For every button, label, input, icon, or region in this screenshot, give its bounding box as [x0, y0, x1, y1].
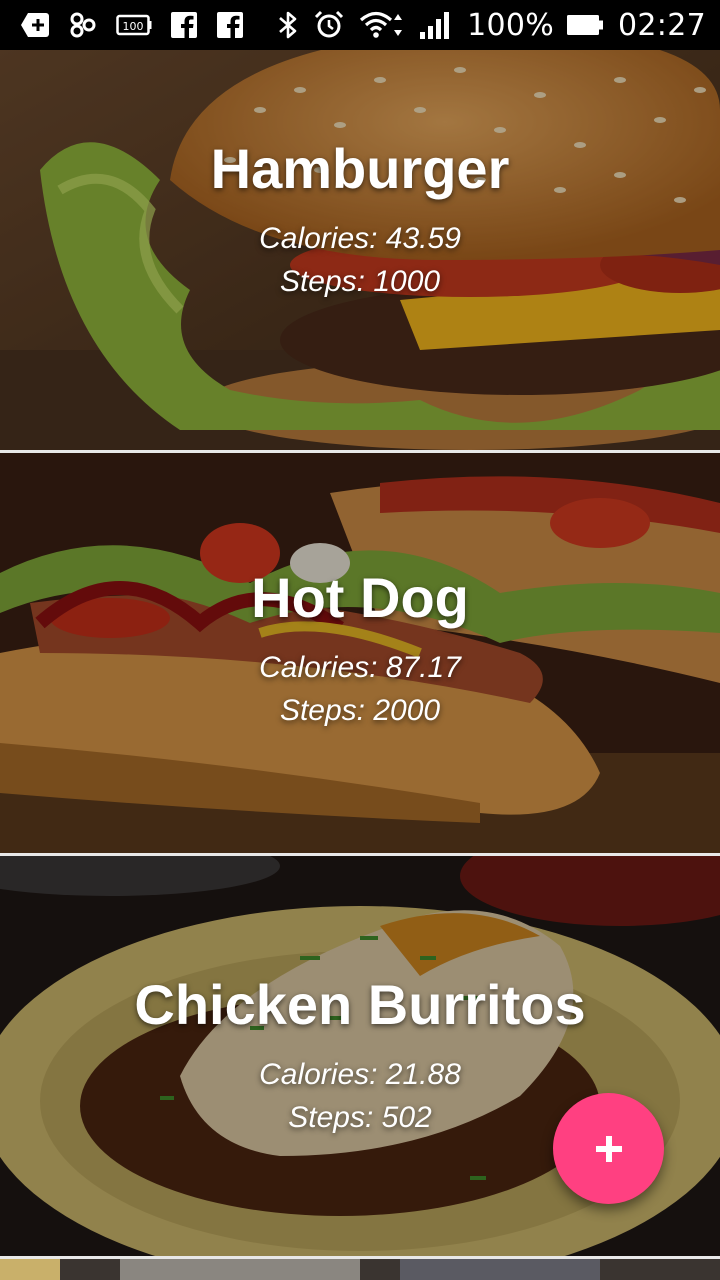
status-bar: 100 100% 02:27: [0, 0, 720, 50]
food-calories: Calories: 87.17: [259, 651, 461, 684]
food-name: Hot Dog: [251, 566, 469, 629]
battery-icon: [566, 9, 604, 41]
status-bar-system: 100% 02:27: [277, 8, 706, 43]
wifi-icon: [359, 9, 405, 41]
food-calories: Calories: 43.59: [259, 222, 461, 255]
bluetooth-icon: [277, 9, 299, 41]
facebook-icon: [216, 9, 244, 41]
food-steps: Steps: 1000: [279, 265, 441, 298]
battery-100-icon: 100: [116, 9, 152, 41]
food-steps: Steps: 2000: [279, 694, 441, 727]
food-card-text: Hamburger Calories: 43.59 Steps: 1000: [0, 50, 720, 450]
svg-text:100: 100: [123, 20, 144, 33]
status-bar-clock: 02:27: [618, 7, 706, 43]
alarm-icon: [313, 9, 345, 41]
food-card-hot-dog[interactable]: Hot Dog Calories: 87.17 Steps: 2000: [0, 453, 720, 856]
status-bar-notifications: 100: [20, 9, 262, 41]
app-screen: 100 100% 02:27 Hamburger Calories: 43.59…: [0, 0, 720, 1280]
food-card-partial[interactable]: [0, 1259, 720, 1280]
plus-icon: [595, 1135, 622, 1162]
add-food-button[interactable]: [553, 1093, 664, 1204]
food-name: Hamburger: [210, 137, 510, 200]
food-card-hamburger[interactable]: Hamburger Calories: 43.59 Steps: 1000: [0, 50, 720, 453]
food-name: Chicken Burritos: [134, 973, 586, 1036]
food-card-text: Hot Dog Calories: 87.17 Steps: 2000: [0, 453, 720, 853]
food-calories: Calories: 21.88: [259, 1058, 461, 1091]
link-icon: [68, 9, 98, 41]
food-image-partial: [0, 1259, 720, 1280]
facebook-icon: [170, 9, 198, 41]
signal-icon: [419, 9, 453, 41]
add-box-icon: [20, 9, 50, 41]
battery-percent: 100%: [467, 7, 555, 43]
food-steps: Steps: 502: [288, 1101, 432, 1134]
